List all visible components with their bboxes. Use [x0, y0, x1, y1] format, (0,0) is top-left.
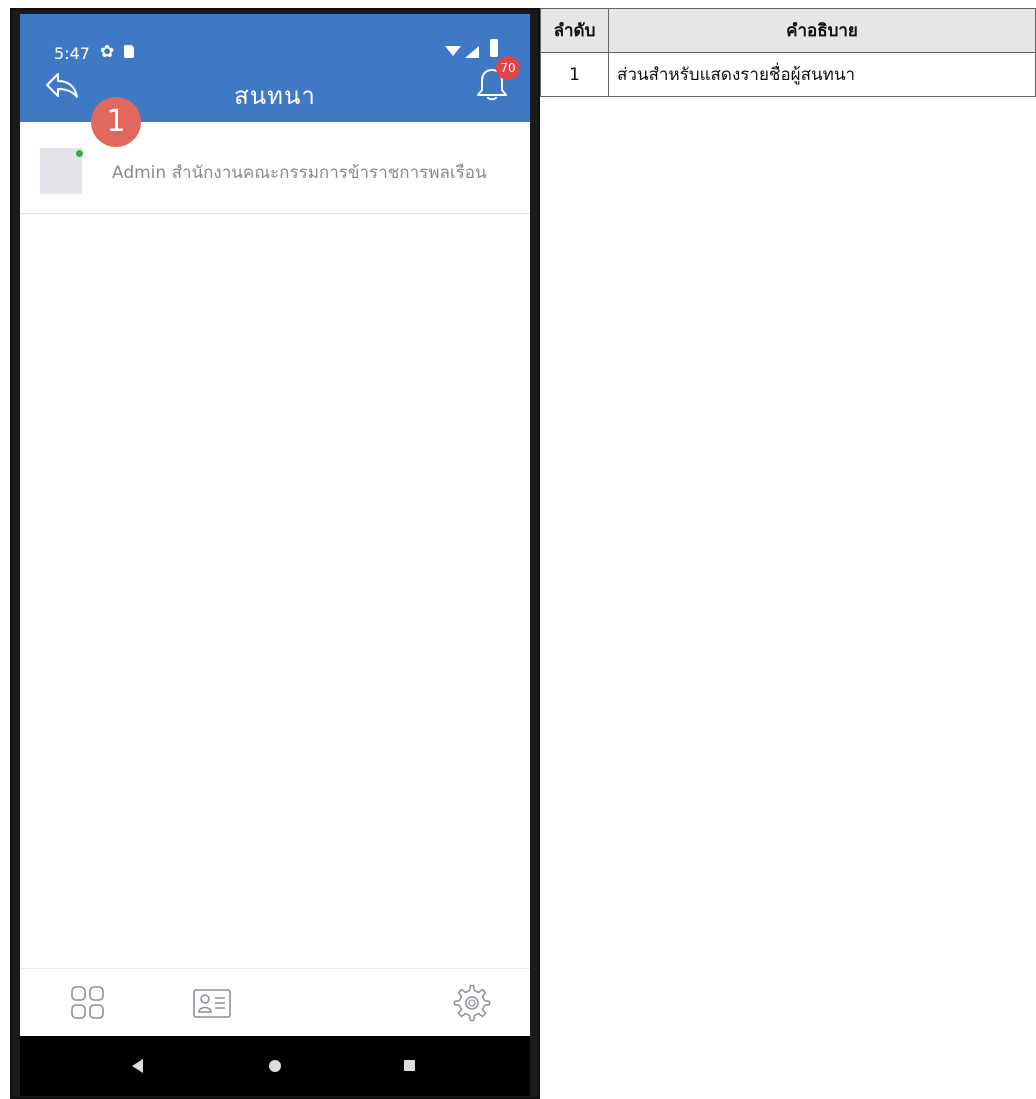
conversation-name: Admin สำนักงานคณะกรรมการข้าราชการพลเรือน: [112, 163, 487, 183]
wifi-signal-icon: [445, 46, 479, 58]
home-circle-icon[interactable]: [245, 1036, 305, 1096]
status-time: 5:47: [54, 44, 90, 63]
phone-screen: 5:47 ✿ สนทนา 70 1 Admin สำนักงานคณะกรรมก…: [20, 14, 530, 1096]
sim-card-icon: [124, 45, 134, 58]
annotation-marker: 1: [91, 97, 141, 147]
settings-gear-icon[interactable]: [452, 983, 492, 1023]
online-status-dot: [76, 150, 83, 157]
description-table: ลำดับ คำอธิบาย 1 ส่วนสำหรับแสดงรายชื่อผู…: [540, 8, 1036, 97]
header-number: ลำดับ: [540, 8, 609, 53]
bottom-tab-bar: [20, 968, 530, 1036]
apps-grid-icon[interactable]: [68, 983, 108, 1023]
back-triangle-icon[interactable]: [108, 1036, 168, 1096]
header-description: คำอธิบาย: [608, 8, 1036, 53]
table-header-row: ลำดับ คำอธิบาย: [540, 8, 1036, 53]
row-description: ส่วนสำหรับแสดงรายชื่อผู้สนทนา: [608, 52, 1036, 97]
row-number: 1: [540, 52, 609, 97]
phone-frame: 5:47 ✿ สนทนา 70 1 Admin สำนักงานคณะกรรมก…: [10, 8, 540, 1099]
table-row: 1 ส่วนสำหรับแสดงรายชื่อผู้สนทนา: [540, 52, 1036, 97]
contact-card-icon[interactable]: [190, 983, 234, 1023]
settings-status-icon: ✿: [100, 42, 115, 62]
battery-icon: [490, 39, 498, 57]
android-nav-bar: [20, 1036, 530, 1096]
notification-count-badge: 70: [496, 56, 520, 80]
recents-square-icon[interactable]: [380, 1036, 440, 1096]
